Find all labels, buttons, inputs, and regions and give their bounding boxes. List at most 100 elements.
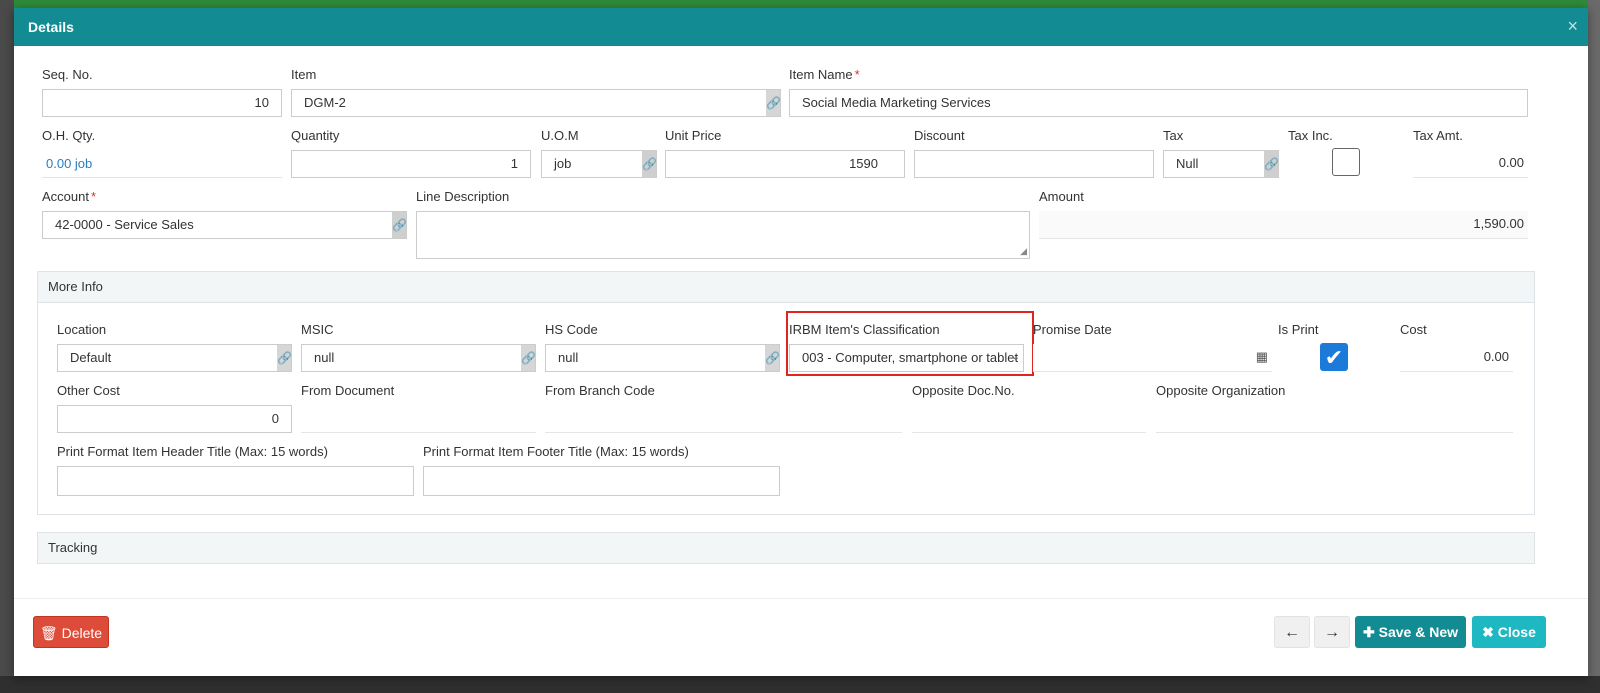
times-icon: ✖ [1482,624,1494,640]
required-marker: * [90,189,97,204]
background-sidebar [0,0,14,693]
tax-field: Tax Null 🔗 [1163,127,1279,178]
link-icon[interactable]: 🔗 [766,90,780,116]
from-branch-code-label: From Branch Code [545,383,655,398]
dialog-header: Details × [14,8,1588,46]
line-description-label: Line Description [416,189,510,204]
account-field: Account * 42-0000 - Service Sales 🔗 [42,188,407,239]
hs-code-label: HS Code [545,322,598,337]
link-icon[interactable]: 🔗 [521,345,535,371]
opposite-doc-no-label: Opposite Doc.No. [912,383,1015,398]
close-icon[interactable]: × [1567,16,1578,37]
print-footer-title-input[interactable] [423,466,780,496]
tax-input[interactable]: Null 🔗 [1163,150,1279,178]
oh-qty-link[interactable]: 0.00 job [42,150,282,178]
from-document-label: From Document [301,383,395,398]
previous-button[interactable]: ← [1274,616,1310,648]
uom-value: job [554,156,572,171]
close-button[interactable]: ✖ Close [1472,616,1546,648]
save-and-new-label: Save & New [1378,624,1458,640]
item-name-label: Item Name * [789,66,1528,84]
location-field: Location Default 🔗 [57,321,292,372]
seq-no-field: Seq. No. 10 [42,66,282,117]
discount-label: Discount [914,128,965,143]
opposite-organization-field: Opposite Organization [1156,382,1513,433]
msic-label: MSIC [301,322,334,337]
from-branch-code-field: From Branch Code [545,382,902,433]
account-input[interactable]: 42-0000 - Service Sales 🔗 [42,211,407,239]
opposite-organization-value [1156,405,1513,433]
tax-label: Tax [1163,128,1184,143]
msic-input[interactable]: null 🔗 [301,344,536,372]
promise-date-field: Promise Date ▦ [1033,321,1272,372]
delete-button[interactable]: 🗑 Delete [33,616,109,648]
uom-input[interactable]: job 🔗 [541,150,657,178]
unit-price-field: Unit Price 1590 [665,127,905,178]
account-value: 42-0000 - Service Sales [55,217,194,232]
seq-no-input[interactable]: 10 [42,89,282,117]
print-header-title-field: Print Format Item Header Title (Max: 15 … [57,443,414,496]
location-input[interactable]: Default 🔗 [57,344,292,372]
background-right [1588,0,1600,693]
tax-inc-label: Tax Inc. [1288,128,1333,143]
amount-label: Amount [1039,189,1084,204]
msic-value: null [314,350,335,365]
required-marker: * [854,67,860,82]
opposite-organization-label: Opposite Organization [1156,383,1286,398]
tax-amt-value: 0.00 [1413,150,1528,178]
item-name-field: Item Name * Social Media Marketing Servic… [789,66,1528,117]
link-icon[interactable]: 🔗 [392,212,406,238]
delete-button-label: Delete [61,625,103,641]
unit-price-input[interactable]: 1590 [665,150,905,178]
link-icon[interactable]: 🔗 [765,345,779,371]
link-icon[interactable]: 🔗 [1264,151,1278,177]
quantity-input[interactable]: 1 [291,150,531,178]
is-print-checkbox[interactable]: ✔ [1320,343,1348,371]
tracking-panel: Tracking [37,532,1535,564]
from-document-field: From Document [301,382,536,433]
location-label: Location [57,322,107,337]
promise-date-input[interactable]: ▦ [1033,344,1272,372]
hs-code-field: HS Code null 🔗 [545,321,780,372]
account-label: Account * [42,188,407,206]
line-description-textarea[interactable]: ◢ [416,211,1030,259]
discount-input[interactable] [914,150,1154,178]
calendar-icon[interactable]: ▦ [1256,344,1268,370]
more-info-header[interactable]: More Info [38,272,1534,303]
link-icon[interactable]: 🔗 [642,151,656,177]
print-header-title-input[interactable] [57,466,414,496]
hs-code-input[interactable]: null 🔗 [545,344,780,372]
other-cost-label: Other Cost [57,383,120,398]
cost-field: Cost 0.00 [1400,321,1513,372]
background-bottom [0,676,1600,693]
print-header-title-label: Print Format Item Header Title (Max: 15 … [57,444,328,459]
cost-label: Cost [1400,322,1427,337]
tracking-header[interactable]: Tracking [38,533,1534,563]
close-button-label: Close [1497,624,1536,640]
is-print-label: Is Print [1278,322,1319,337]
quantity-field: Quantity 1 [291,127,531,178]
resize-handle-icon[interactable]: ◢ [1020,246,1027,257]
tax-inc-checkbox[interactable] [1332,148,1360,176]
tax-value: Null [1176,156,1199,171]
oh-qty-field: O.H. Qty. 0.00 job [42,127,282,178]
check-icon: ✔ [1324,345,1344,370]
save-and-new-button[interactable]: ✚ Save & New [1355,616,1466,648]
msic-field: MSIC null 🔗 [301,321,536,372]
other-cost-field: Other Cost 0 [57,382,292,433]
other-cost-input[interactable]: 0 [57,405,292,433]
item-label: Item [291,67,317,82]
item-value: DGM-2 [304,95,346,110]
item-name-input[interactable]: Social Media Marketing Services [789,89,1528,117]
account-label-text: Account [42,189,89,204]
item-input[interactable]: DGM-2 🔗 [291,89,781,117]
quantity-label: Quantity [291,128,340,143]
from-branch-code-value [545,405,902,433]
is-print-field: Is Print [1278,321,1388,344]
item-name-label-text: Item Name [789,67,853,82]
next-button[interactable]: → [1314,616,1350,648]
amount-value: 1,590.00 [1039,211,1528,239]
link-icon[interactable]: 🔗 [277,345,291,371]
footer-divider [14,598,1588,599]
line-description-field: Line Description ◢ [416,188,1030,259]
